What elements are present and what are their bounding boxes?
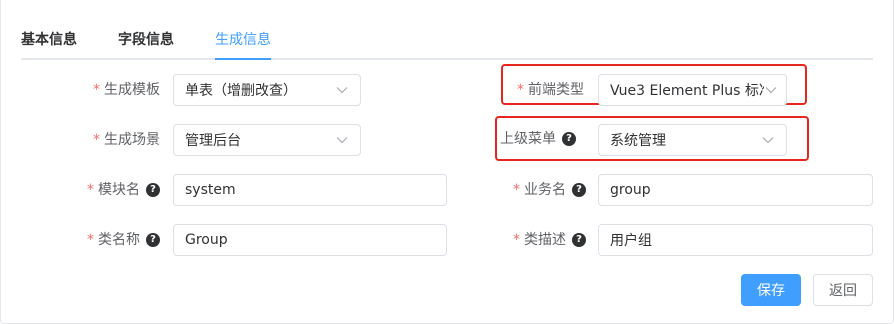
parent-menu-label: 上级菜单 ? bbox=[500, 129, 576, 149]
business-name-input-value: group bbox=[610, 182, 651, 198]
required-mark: * bbox=[87, 182, 94, 198]
help-icon[interactable]: ? bbox=[146, 183, 160, 197]
tab-generate-info[interactable]: 生成信息 bbox=[215, 30, 271, 50]
business-name-input[interactable]: group bbox=[598, 174, 873, 206]
scene-label: * 生成场景 bbox=[93, 130, 160, 150]
parent-menu-select[interactable]: 系统管理 bbox=[598, 124, 787, 156]
required-mark: * bbox=[513, 232, 520, 248]
class-desc-input[interactable]: 用户组 bbox=[598, 224, 873, 256]
scene-label-text: 生成场景 bbox=[104, 132, 160, 148]
module-label: * 模块名 ? bbox=[87, 180, 160, 200]
class-desc-label: * 类描述 ? bbox=[513, 230, 586, 250]
business-label-text: 业务名 bbox=[524, 182, 566, 198]
tab-basic-info[interactable]: 基本信息 bbox=[21, 30, 77, 50]
class-name-input[interactable]: Group bbox=[173, 224, 447, 256]
help-icon[interactable]: ? bbox=[562, 132, 576, 146]
template-label: * 生成模板 bbox=[93, 80, 160, 100]
template-select[interactable]: 单表（增删改查） bbox=[173, 74, 361, 106]
chevron-down-icon bbox=[761, 133, 775, 147]
scene-select[interactable]: 管理后台 bbox=[173, 124, 361, 156]
back-button[interactable]: 返回 bbox=[813, 274, 873, 306]
module-name-input-value: system bbox=[185, 182, 236, 198]
module-label-text: 模块名 bbox=[98, 182, 140, 198]
chevron-down-icon bbox=[335, 133, 349, 147]
required-mark: * bbox=[93, 82, 100, 98]
required-mark: * bbox=[517, 82, 524, 98]
save-button[interactable]: 保存 bbox=[741, 274, 801, 306]
parent-menu-select-value: 系统管理 bbox=[610, 133, 666, 149]
tab-bar: 基本信息 字段信息 生成信息 bbox=[21, 0, 873, 60]
class-name-label: * 类名称 ? bbox=[87, 230, 160, 250]
business-label: * 业务名 ? bbox=[513, 180, 586, 200]
active-tab-indicator bbox=[215, 58, 271, 60]
class-desc-input-value: 用户组 bbox=[610, 233, 652, 249]
parent-menu-label-text: 上级菜单 bbox=[500, 131, 556, 147]
frontend-type-select-value: Vue3 Element Plus 标准 bbox=[610, 83, 764, 99]
help-icon[interactable]: ? bbox=[572, 183, 586, 197]
scene-select-value: 管理后台 bbox=[185, 133, 241, 149]
class-desc-label-text: 类描述 bbox=[524, 232, 566, 248]
frontend-label-text: 前端类型 bbox=[528, 82, 584, 98]
frontend-label: * 前端类型 bbox=[517, 80, 584, 100]
required-mark: * bbox=[513, 182, 520, 198]
frontend-type-select[interactable]: Vue3 Element Plus 标准 bbox=[598, 74, 787, 106]
template-select-value: 单表（增删改查） bbox=[185, 83, 297, 99]
form-panel: 基本信息 字段信息 生成信息 * 生成模板 单表（增删改查） * 前端类型 Vu… bbox=[0, 0, 894, 324]
chevron-down-icon bbox=[764, 83, 778, 97]
template-label-text: 生成模板 bbox=[104, 82, 160, 98]
required-mark: * bbox=[87, 232, 94, 248]
tab-field-info[interactable]: 字段信息 bbox=[118, 30, 174, 50]
module-name-input[interactable]: system bbox=[173, 174, 447, 206]
help-icon[interactable]: ? bbox=[146, 233, 160, 247]
help-icon[interactable]: ? bbox=[572, 233, 586, 247]
class-name-label-text: 类名称 bbox=[98, 232, 140, 248]
required-mark: * bbox=[93, 132, 100, 148]
chevron-down-icon bbox=[335, 83, 349, 97]
class-name-input-value: Group bbox=[185, 232, 228, 248]
